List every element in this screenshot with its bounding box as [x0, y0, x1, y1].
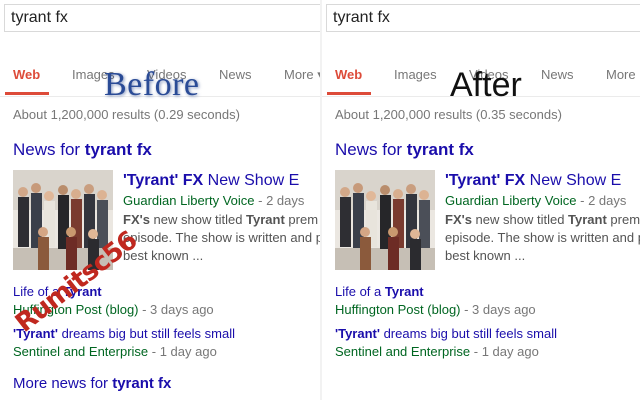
- search-box[interactable]: [4, 4, 320, 32]
- news-item-title-link[interactable]: 'Tyrant' dreams big but still feels smal…: [335, 326, 557, 341]
- news-item-title-link[interactable]: 'Tyrant' dreams big but still feels smal…: [13, 326, 235, 341]
- tab-more[interactable]: More: [606, 67, 636, 82]
- publisher-name: Sentinel and Enterprise: [13, 344, 149, 359]
- publisher-name: Sentinel and Enterprise: [335, 344, 471, 359]
- tab-news[interactable]: News: [219, 67, 252, 82]
- active-tab-indicator: [5, 92, 49, 95]
- cast-photo-image: [335, 170, 435, 270]
- story-title-link[interactable]: 'Tyrant' FX New Show E: [445, 172, 621, 190]
- search-input[interactable]: [333, 8, 633, 28]
- snippet-bold: FX's: [123, 212, 150, 227]
- news-heading-prefix: News for: [335, 140, 407, 159]
- news-item-meta: Sentinel and Enterprise - 1 day ago: [335, 344, 539, 359]
- item-title-bold: Tyrant: [384, 284, 424, 299]
- news-item-meta: Sentinel and Enterprise - 1 day ago: [13, 344, 217, 359]
- story-age: - 2 days: [576, 193, 627, 208]
- more-news-prefix: More news for: [13, 375, 113, 392]
- item-age: - 1 day ago: [148, 344, 217, 359]
- snippet-text: prem: [284, 212, 319, 227]
- story-age: - 2 days: [254, 193, 305, 208]
- tab-web[interactable]: Web: [13, 67, 40, 82]
- item-title-bold: 'Tyrant': [335, 326, 380, 341]
- news-item-title-link[interactable]: Life of a Tyrant: [335, 284, 424, 299]
- publisher-name: Huffington Post (blog): [335, 302, 461, 317]
- story-snippet-line: FX's new show titled Tyrant prem: [123, 212, 318, 227]
- news-heading-query: tyrant fx: [406, 140, 474, 159]
- story-title-link[interactable]: 'Tyrant' FX New Show E: [123, 172, 299, 190]
- story-title-part: FX: [500, 172, 526, 189]
- story-snippet-line: episode. The show is written and p: [123, 230, 320, 245]
- story-title-part: New Show E: [525, 172, 622, 189]
- search-box[interactable]: [326, 4, 640, 32]
- story-snippet-line: episode. The show is written and p: [445, 230, 640, 245]
- more-news-link[interactable]: More news for tyrant fx: [13, 375, 171, 392]
- tab-web[interactable]: Web: [335, 67, 362, 82]
- snippet-bold: Tyrant: [246, 212, 285, 227]
- after-panel: Web Images Videos News More After About …: [322, 0, 640, 400]
- more-news-query: tyrant fx: [112, 375, 172, 392]
- story-snippet-line: FX's new show titled Tyrant prem: [445, 212, 640, 227]
- news-heading-prefix: News for: [13, 140, 85, 159]
- search-input[interactable]: [11, 8, 311, 28]
- news-heading-link[interactable]: News for tyrant fx: [335, 140, 474, 160]
- story-title-part: 'Tyrant': [445, 172, 501, 189]
- publisher-name: Guardian Liberty Voice: [123, 193, 255, 208]
- publisher-name: Guardian Liberty Voice: [445, 193, 577, 208]
- after-label: After: [450, 66, 522, 104]
- snippet-bold: Tyrant: [568, 212, 607, 227]
- before-label: Before: [104, 66, 200, 103]
- news-heading-link[interactable]: News for tyrant fx: [13, 140, 152, 160]
- tab-images[interactable]: Images: [394, 67, 437, 82]
- snippet-bold: FX's: [445, 212, 472, 227]
- story-source: Guardian Liberty Voice - 2 days: [445, 193, 626, 208]
- story-source: Guardian Liberty Voice - 2 days: [123, 193, 304, 208]
- story-title-part: New Show E: [203, 172, 300, 189]
- news-heading-query: tyrant fx: [84, 140, 152, 159]
- story-title-part: FX: [178, 172, 204, 189]
- snippet-text: new show titled: [471, 212, 569, 227]
- tab-more[interactable]: More ▾: [284, 67, 320, 83]
- active-tab-indicator: [327, 92, 371, 95]
- result-stats: About 1,200,000 results (0.35 seconds): [335, 107, 562, 122]
- item-age: - 3 days ago: [460, 302, 536, 317]
- story-title-part: 'Tyrant': [123, 172, 179, 189]
- item-title-text: Life of a: [335, 284, 385, 299]
- news-item-meta: Huffington Post (blog) - 3 days ago: [335, 302, 536, 317]
- tab-news[interactable]: News: [541, 67, 574, 82]
- item-title-text: dreams big but still feels small: [379, 326, 557, 341]
- news-thumbnail[interactable]: [335, 170, 435, 270]
- snippet-text: new show titled: [149, 212, 247, 227]
- result-stats: About 1,200,000 results (0.29 seconds): [13, 107, 240, 122]
- item-age: - 1 day ago: [470, 344, 539, 359]
- snippet-text: prem: [606, 212, 640, 227]
- item-title-text: dreams big but still feels small: [57, 326, 235, 341]
- story-snippet-line: best known ...: [445, 248, 526, 263]
- item-age: - 3 days ago: [138, 302, 214, 317]
- before-panel: Web Images Videos News More ▾ Before Abo…: [0, 0, 320, 400]
